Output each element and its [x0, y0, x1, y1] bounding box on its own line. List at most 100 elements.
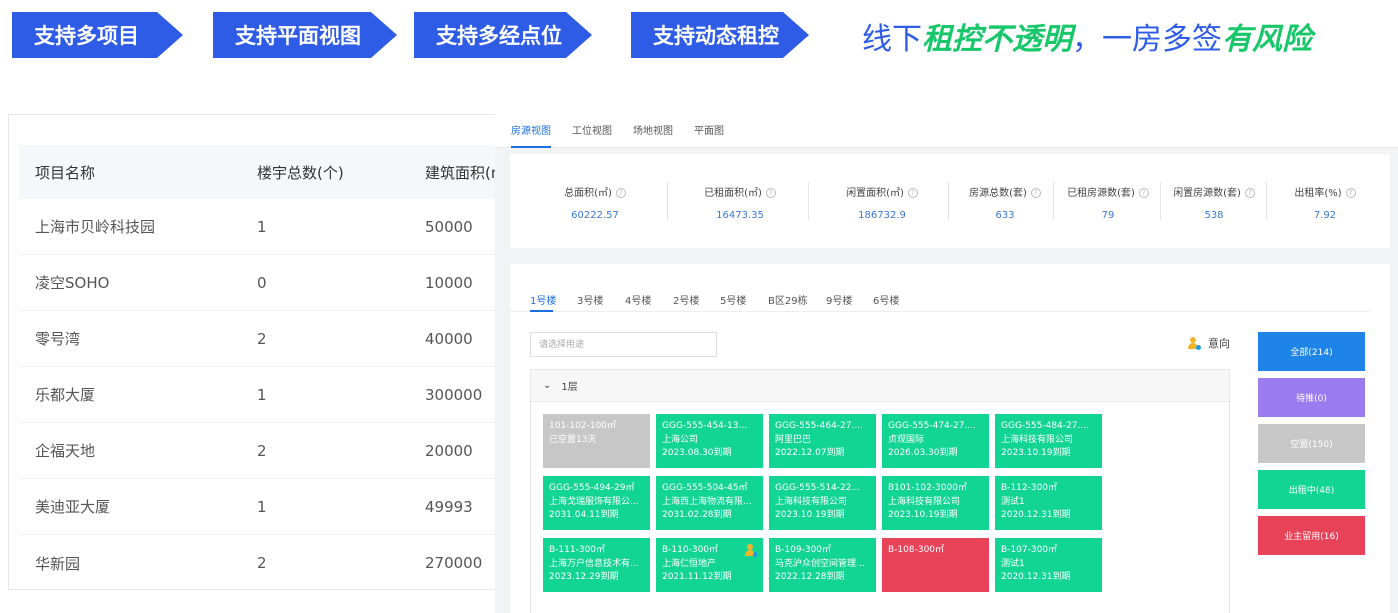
purpose-select[interactable] [530, 332, 717, 357]
room-tenant: 上海科技有限公司 [888, 496, 961, 507]
help-icon[interactable]: ? [1244, 188, 1255, 198]
filter-all-button[interactable]: 全部(214) [1258, 332, 1365, 371]
tab-floor-plan[interactable]: 平面图 [694, 122, 724, 148]
room-card[interactable]: GGG-555-514-22... 上海科技有限公司 2023.10.19到期 [769, 476, 876, 530]
room-card[interactable]: B101-102-3000㎡ 上海科技有限公司 2023.10.19到期 [882, 476, 989, 530]
stats-card: 总面积(㎡)? 60222.57 已租面积(㎡)? 16473.35 闲置面积(… [510, 154, 1390, 248]
room-expiry: 2023.12.29到期 [549, 572, 619, 582]
room-card[interactable]: B-110-300㎡ 上海仁恒地产 2021.11.12到期 [656, 538, 763, 592]
building-tab-2[interactable]: 2号楼 [673, 292, 699, 307]
room-card[interactable]: GGG-555-454-13... 上海公司 2023.08.30到期 [656, 414, 763, 468]
help-icon[interactable]: ? [765, 188, 776, 198]
stat-divider [1053, 182, 1054, 220]
room-card[interactable]: GGG-555-484-27.... 上海科技有限公司 2023.10.19到期 [995, 414, 1102, 468]
room-number: B-111-300㎡ [549, 545, 606, 555]
room-tenant: 测试1 [1001, 558, 1025, 569]
help-icon[interactable]: ? [1030, 188, 1041, 198]
floor-header[interactable]: ⌄ 1层 [531, 370, 1229, 402]
intent-person-icon [1187, 336, 1201, 350]
room-number: B-108-300㎡ [888, 545, 945, 555]
room-card[interactable]: B-109-300㎡ 马克沪众创空间管理... 2022.12.28到期 [769, 538, 876, 592]
cell-project-name: 华新园 [35, 554, 81, 573]
cell-building-count: 1 [257, 497, 267, 516]
stat-total-units: 房源总数(套)? 633 [960, 184, 1050, 221]
room-tenant: 上海西上海物流有限... [662, 496, 752, 507]
stat-rented-units: 已租房源数(套)? 79 [1058, 184, 1158, 221]
help-icon[interactable]: ? [907, 188, 918, 198]
building-tab-b29[interactable]: B区29栋 [768, 292, 808, 307]
room-card[interactable]: B-111-300㎡ 上海万户信息技术有... 2023.12.29到期 [543, 538, 650, 592]
stat-occupancy-rate: 出租率(%)? 7.92 [1280, 184, 1370, 221]
room-number: B-112-300㎡ [1001, 483, 1058, 493]
stat-total-area: 总面积(㎡)? 60222.57 [550, 184, 640, 221]
cell-project-name: 上海市贝岭科技园 [35, 218, 156, 236]
room-tenant: 上海仁恒地产 [662, 558, 717, 569]
room-card[interactable]: GGG-555-474-27.... 贞观国际 2026.03.30到期 [882, 414, 989, 468]
cell-project-name: 凌空SOHO [35, 274, 110, 292]
stat-divider [667, 182, 668, 220]
stat-label: 已租房源数(套) [1067, 188, 1135, 199]
stat-rented-area: 已租面积(㎡)? 16473.35 [690, 184, 790, 221]
room-number: GGG-555-494-29㎡ [549, 483, 635, 493]
help-icon[interactable]: ? [1138, 188, 1149, 198]
room-card[interactable]: GGG-555-464-27.... 阿里巴巴 2022.12.07到期 [769, 414, 876, 468]
room-tenant: 阿里巴巴 [775, 434, 812, 445]
help-icon[interactable]: ? [615, 188, 626, 198]
chevron-down-icon[interactable]: ⌄ [543, 380, 551, 391]
stat-label: 闲置面积(㎡) [846, 188, 904, 199]
floor-panel: ⌄ 1层 101-102-100㎡ 已空置13天 GGG-555-454-13.… [530, 369, 1230, 613]
intent-label: 意向 [1208, 337, 1230, 350]
filter-pending-button[interactable]: 待推(0) [1258, 378, 1365, 417]
banner-slogan: 线下 租控不透明 ，一房多签 有风险 [862, 14, 1312, 58]
building-tab-9[interactable]: 9号楼 [826, 292, 852, 307]
room-tenant: 上海科技有限公司 [775, 496, 848, 507]
filter-vacant-button[interactable]: 空置(150) [1258, 424, 1365, 463]
room-expiry: 2022.12.28到期 [775, 572, 845, 582]
room-tenant: 上海戈瑞服饰有限公... [549, 496, 639, 507]
room-card[interactable]: GGG-555-494-29㎡ 上海戈瑞服饰有限公... 2031.04.11到… [543, 476, 650, 530]
building-tab-5[interactable]: 5号楼 [720, 292, 746, 307]
tab-venue-view[interactable]: 场地视图 [633, 122, 673, 148]
tab-property-view[interactable]: 房源视图 [511, 122, 551, 148]
room-expiry: 2023.10.19到期 [775, 510, 845, 520]
cell-building-count: 1 [257, 385, 267, 404]
room-number: B-110-300㎡ [662, 545, 719, 555]
building-card: 1号楼 3号楼 4号楼 2号楼 5号楼 B区29栋 9号楼 6号楼 意向 ⌄ 1… [510, 264, 1390, 613]
cell-project-name: 乐都大厦 [35, 386, 96, 404]
help-icon[interactable]: ? [1345, 188, 1356, 198]
cell-building-area: 40000 [425, 329, 473, 348]
stat-divider [1266, 182, 1267, 220]
stat-value: 186732.9 [858, 210, 906, 221]
cell-building-count: 2 [257, 554, 267, 572]
stat-value: 60222.57 [571, 210, 619, 221]
room-expiry: 2021.11.12到期 [662, 572, 732, 582]
room-card[interactable]: 101-102-100㎡ 已空置13天 [543, 414, 650, 468]
room-tenant: 马克沪众创空间管理... [775, 558, 865, 569]
cell-building-count: 1 [257, 217, 267, 236]
cell-project-name: 美迪亚大厦 [35, 498, 111, 516]
room-expiry: 2022.12.07到期 [775, 448, 845, 458]
cell-building-area: 50000 [425, 217, 473, 236]
stat-idle-units: 闲置房源数(套)? 538 [1164, 184, 1264, 221]
building-tab-6[interactable]: 6号楼 [873, 292, 899, 307]
tab-workstation-view[interactable]: 工位视图 [572, 122, 612, 148]
banner-tag-multi-project: 支持多项目 [12, 12, 183, 58]
room-tenant: 上海公司 [662, 434, 699, 445]
building-tab-4[interactable]: 4号楼 [625, 292, 651, 307]
filter-owner-reserved-button[interactable]: 业主留用(16) [1258, 516, 1365, 555]
cell-project-name: 零号湾 [35, 330, 81, 348]
room-tenant: 上海科技有限公司 [1001, 434, 1074, 445]
room-number: B-109-300㎡ [775, 545, 832, 555]
cell-building-area: 270000 [425, 554, 483, 572]
view-tabs: 房源视图 工位视图 场地视图 平面图 [495, 114, 1398, 148]
stat-label: 已租面积(㎡) [704, 188, 762, 199]
room-card[interactable]: B-108-300㎡ [882, 538, 989, 592]
room-card[interactable]: B-107-300㎡ 测试1 2020.12.31到期 [995, 538, 1102, 592]
filter-renting-button[interactable]: 出租中(48) [1258, 470, 1365, 509]
slogan-part2: ，一房多签 [1072, 22, 1222, 57]
stat-label: 总面积(㎡) [564, 188, 612, 199]
room-card[interactable]: B-112-300㎡ 测试1 2020.12.31到期 [995, 476, 1102, 530]
room-card[interactable]: GGG-555-504-45㎡ 上海西上海物流有限... 2031.02.28到… [656, 476, 763, 530]
building-tab-3[interactable]: 3号楼 [577, 292, 603, 307]
building-tab-1[interactable]: 1号楼 [530, 292, 556, 307]
